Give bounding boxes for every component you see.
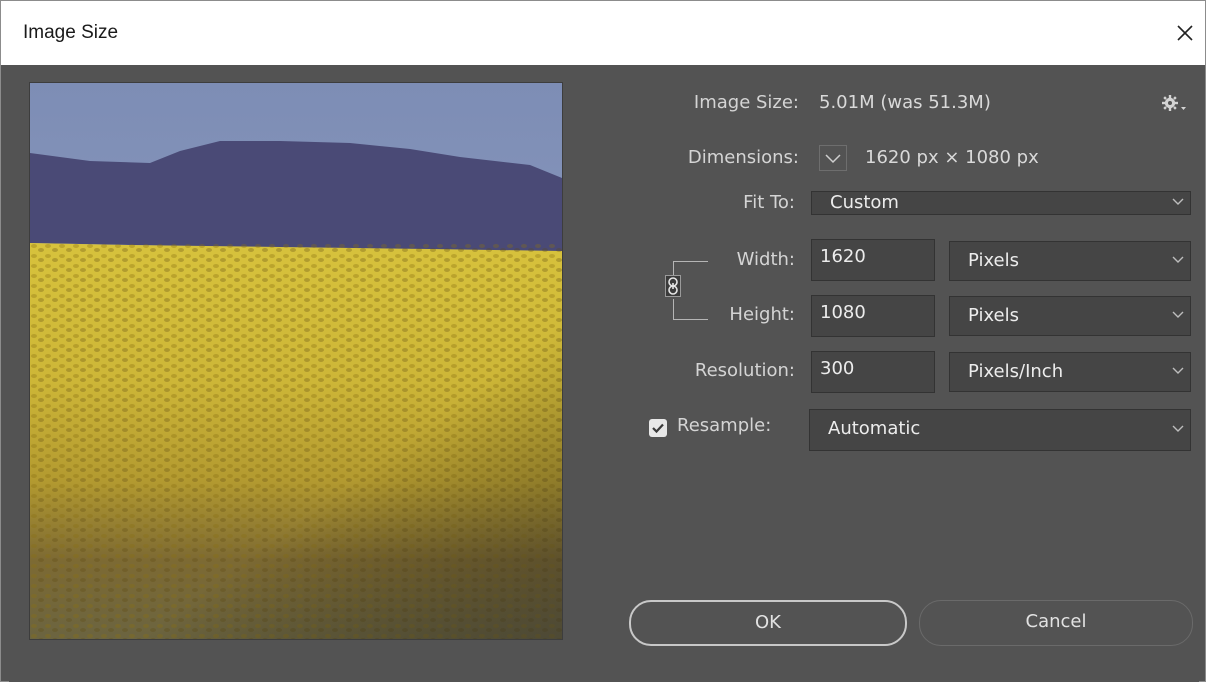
resolution-unit-dropdown[interactable]: Pixels/Inch xyxy=(949,352,1191,392)
chevron-down-icon xyxy=(1172,311,1184,318)
constrain-proportions-toggle[interactable] xyxy=(665,275,681,297)
fit-to-value: Custom xyxy=(830,192,899,213)
chevron-down-icon xyxy=(1172,425,1184,432)
chevron-down-icon xyxy=(825,154,841,164)
height-input[interactable]: 1080 xyxy=(811,295,935,337)
dimensions-value: 1620 px × 1080 px xyxy=(865,147,1039,168)
chevron-down-icon xyxy=(1172,198,1184,205)
preview-image xyxy=(30,83,562,639)
resample-method-value: Automatic xyxy=(828,418,921,439)
resolution-unit-value: Pixels/Inch xyxy=(968,361,1064,382)
image-preview[interactable] xyxy=(29,82,563,640)
title-bar: Image Size xyxy=(1,1,1205,65)
width-label: Width: xyxy=(736,249,795,270)
width-unit-value: Pixels xyxy=(968,250,1020,271)
checkmark-icon xyxy=(652,423,664,434)
dialog-content: Image Size: 5.01M (was 51.3M) Dimensions… xyxy=(9,65,1199,682)
close-button[interactable] xyxy=(1169,17,1201,49)
chevron-down-icon xyxy=(1172,256,1184,263)
chevron-down-icon xyxy=(1172,367,1184,374)
ok-button[interactable]: OK xyxy=(629,600,907,646)
image-size-label: Image Size: xyxy=(693,92,799,113)
dimensions-unit-dropdown[interactable] xyxy=(819,145,847,171)
width-input[interactable]: 1620 xyxy=(811,239,935,281)
image-size-value: 5.01M (was 51.3M) xyxy=(819,92,991,113)
gear-icon xyxy=(1162,95,1186,111)
resample-method-dropdown[interactable]: Automatic xyxy=(809,409,1191,451)
image-size-dialog: Image Size Image Size: 5.01M (was 51.3M)… xyxy=(0,0,1206,682)
dialog-title: Image Size xyxy=(23,22,119,43)
dimensions-label: Dimensions: xyxy=(687,147,799,168)
fit-to-dropdown[interactable]: Custom xyxy=(811,191,1191,215)
gear-menu-button[interactable] xyxy=(1161,93,1189,113)
height-label: Height: xyxy=(729,304,795,325)
resample-label: Resample: xyxy=(677,415,772,436)
resample-checkbox[interactable] xyxy=(649,419,667,437)
resolution-label: Resolution: xyxy=(694,360,795,381)
cancel-button[interactable]: Cancel xyxy=(919,600,1193,646)
fit-to-label: Fit To: xyxy=(743,192,795,213)
height-unit-dropdown[interactable]: Pixels xyxy=(949,296,1191,336)
resolution-input[interactable]: 300 xyxy=(811,351,935,393)
close-icon xyxy=(1177,25,1193,41)
width-unit-dropdown[interactable]: Pixels xyxy=(949,241,1191,281)
height-unit-value: Pixels xyxy=(968,305,1020,326)
chain-link-icon xyxy=(668,277,678,295)
